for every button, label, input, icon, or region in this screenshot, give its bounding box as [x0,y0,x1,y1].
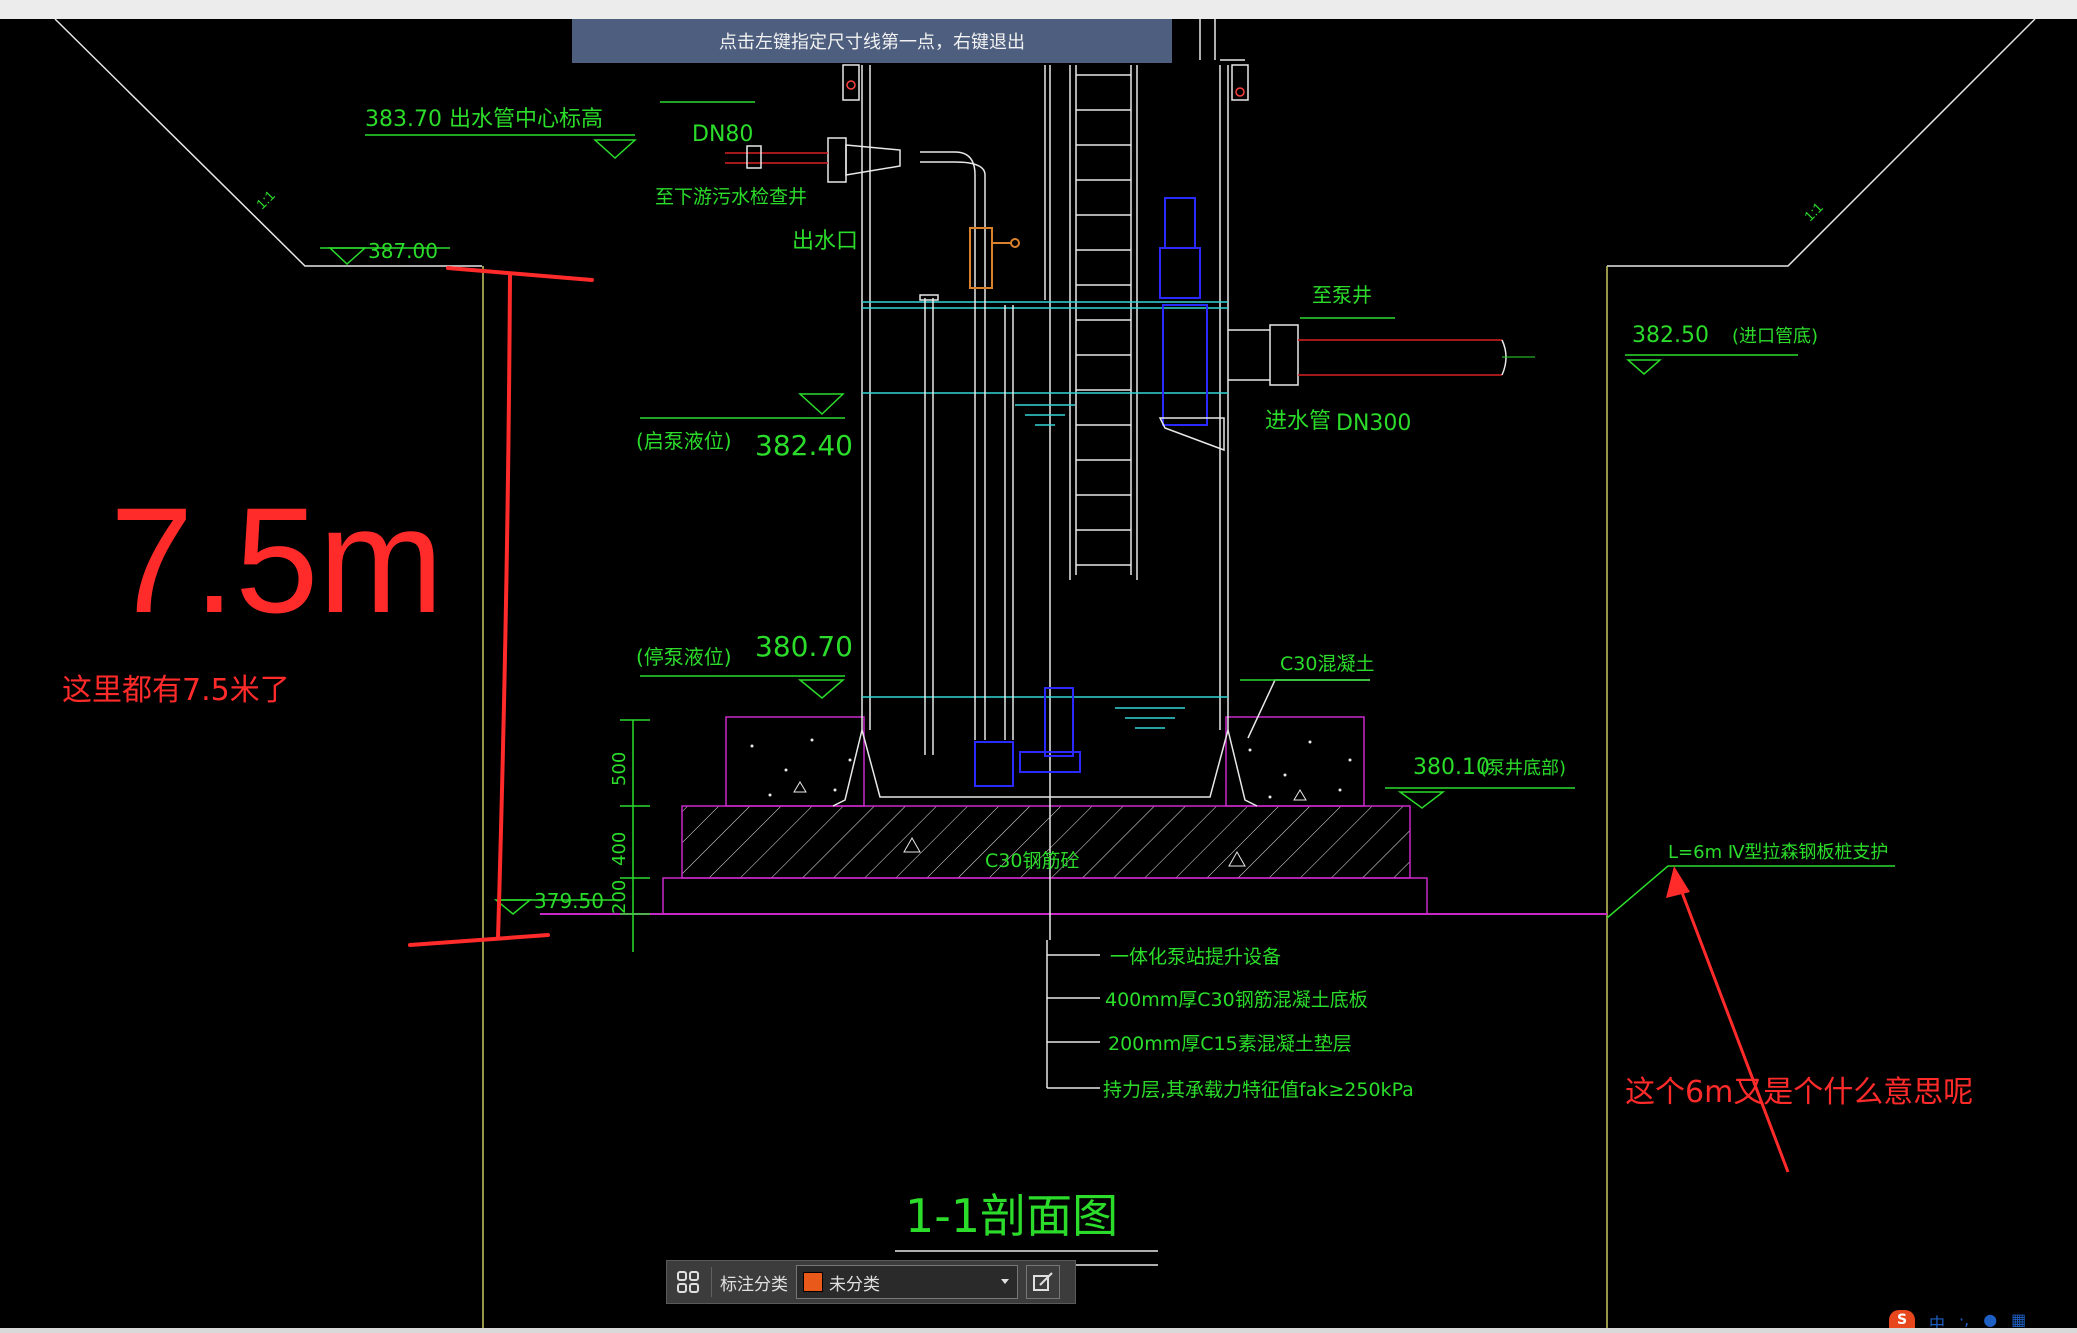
edit-icon[interactable] [1026,1265,1060,1299]
ime-mode[interactable]: 中 [1929,1310,1945,1328]
leader-equipment-label: 一体化泵站提升设备 [1110,946,1281,968]
leader-lines [1046,679,1370,1089]
inlet-pipe-label: 进水管 [1265,409,1331,434]
section-title: 1-1剖面图 [905,1189,1118,1243]
start-pump-level-tag: (启泵液位) [636,429,732,453]
to-pump-well-label: 至泵井 [1312,283,1372,307]
command-prompt-tooltip: 点击左键指定尺寸线第一点，右键退出 [572,19,1172,63]
window-bottom-strip [0,1328,2077,1333]
dim-200-label: 200 [609,880,630,914]
inlet-elevation-note: (进口管底) [1732,326,1818,347]
cad-drawing-canvas[interactable]: 1:1 1:1 383.70 出水管中心标高 DN80 至下游污水检查井 出水口… [0,0,2077,1333]
steel-sheet-pile-support-label: L=6m Ⅳ型拉森钢板桩支护 [1668,842,1888,863]
red-arrow-annotation [1666,866,1790,1173]
annotation-note-left: 这里都有7.5米了 [62,673,290,708]
ime-status-bar[interactable]: S 中 ·, ● ▦ [1885,1310,2077,1328]
handwritten-7.5m: 7.5m [110,476,443,644]
dn300-label: DN300 [1336,411,1411,436]
keyboard-icon[interactable]: ▦ [2011,1310,2026,1328]
command-prompt-text: 点击左键指定尺寸线第一点，右键退出 [719,32,1025,53]
stop-pump-level-value: 380.70 [755,630,853,663]
annotation-note-right: 这个6m又是个什么意思呢 [1625,1075,1973,1110]
ime-logo-icon: S [1889,1310,1915,1328]
stop-pump-level-tag: (停泵液位) [636,645,732,669]
chevron-down-icon[interactable] [999,1272,1011,1292]
inlet-elevation-label: 382.50 [1632,323,1709,348]
c30-concrete-label: C30混凝土 [1280,653,1374,675]
leader-bearing-layer-label: 持力层,其承载力特征值fak≥250kPa [1103,1079,1414,1101]
slope-left: 1:1 [253,187,278,212]
pit-elevation-label: 379.50 [534,889,604,913]
category-label: 标注分类 [720,1274,788,1295]
submersible-pump-upper [1159,197,1208,426]
pump-bracket [1158,417,1225,452]
dim-500-label: 500 [609,752,630,786]
submersible-pump-lower [974,687,1081,787]
leader-cushion-label: 200mm厚C15素混凝土垫层 [1108,1033,1352,1055]
category-color-swatch [803,1272,823,1292]
annotation-category-toolbar: 标注分类 未分类 [666,1260,1076,1304]
ladder [1069,65,1138,580]
ime-punctuation-icon[interactable]: ·, [1959,1310,1969,1328]
ground-elevation-label: 387.00 [368,239,438,263]
bottom-elevation-label: 380.10 [1413,755,1490,780]
support-leader [1606,865,1895,919]
microphone-icon[interactable]: ● [1983,1310,1997,1328]
toolbar-separator [711,1267,712,1297]
c30-slab-label: C30钢筋砼 [985,850,1079,872]
bottom-elevation-note: (泵井底部) [1480,758,1566,779]
to-downstream-label: 至下游污水检查井 [655,186,807,208]
start-pump-level-value: 382.40 [755,429,853,462]
outlet-center-elevation-label: 383.70 出水管中心标高 [365,107,603,132]
category-value: 未分类 [829,1274,880,1295]
leader-slab-label: 400mm厚C30钢筋混凝土底板 [1105,989,1368,1011]
dn80-label: DN80 [692,122,753,147]
grid-icon[interactable] [673,1267,703,1297]
category-select[interactable]: 未分类 [796,1265,1018,1299]
outlet-label: 出水口 [792,229,858,254]
slope-right: 1:1 [1801,199,1826,224]
outlet-valve [969,227,1020,289]
water-levels [862,301,1228,729]
inlet-pipe [1228,324,1535,386]
dim-400-label: 400 [609,832,630,866]
